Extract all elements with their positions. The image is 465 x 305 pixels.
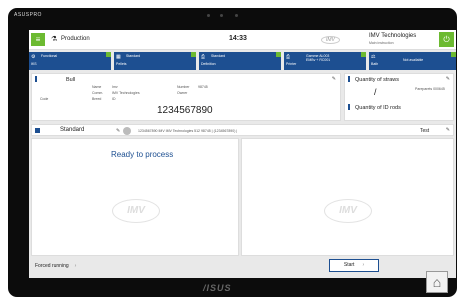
gear-icon: ⚙ <box>31 54 36 60</box>
check-badge <box>191 52 196 57</box>
accent-mark <box>35 76 37 82</box>
accent-mark <box>348 104 350 110</box>
device-logo: /ISUS <box>203 283 232 293</box>
left-process-panel: Ready to process IMV <box>31 138 239 256</box>
forced-running-button[interactable]: Forced running › <box>32 261 102 272</box>
toggle-dot[interactable] <box>123 127 131 135</box>
check-badge <box>276 52 281 57</box>
chevron-right-icon: › <box>74 263 77 269</box>
camera-dot <box>235 14 238 17</box>
standard-row: Standard ✎ 1234567890 IMV IMV Technologi… <box>31 124 454 136</box>
bull-label: Bull <box>66 77 76 83</box>
imv-logo-watermark: IMV <box>112 199 160 223</box>
edit-icon[interactable]: ✎ <box>446 127 450 133</box>
imv-logo-watermark: IMV <box>324 199 372 223</box>
start-button[interactable]: Start › <box>329 259 379 272</box>
straws-note: Pareparets 000645 <box>415 87 445 91</box>
printer-icon: ⎙ <box>286 54 291 60</box>
location-label: Production <box>61 36 90 42</box>
status-tiles: ⚙ Functional IKS ▦ Standard Pellets ⎙ St… <box>29 52 456 70</box>
straws-value: / <box>374 87 377 97</box>
top-bar: ≡ ⚗ Production 14:33 IMV IMV Technologie… <box>29 30 456 50</box>
company-name: IMV Technologies <box>369 33 417 39</box>
hamburger-icon[interactable]: ≡ <box>31 33 45 46</box>
camera-dot <box>220 14 223 17</box>
bull-panel: Bull ✎ Name Imv Number 98745 Comm. IMV T… <box>31 73 341 121</box>
power-icon[interactable]: ⏻ <box>439 32 454 47</box>
check-badge <box>361 52 366 57</box>
check-badge <box>106 52 111 57</box>
tile-printer[interactable]: ⎙ Gamme AL003 EMBv + RC001 Printer <box>284 52 366 70</box>
tile-functional[interactable]: ⚙ Functional IKS <box>29 52 111 70</box>
tile-definition[interactable]: ⎙ Standard Definition <box>199 52 281 70</box>
device-brand: ASUSPRO <box>14 12 42 18</box>
company-sub: Main instruction <box>369 41 394 45</box>
edit-icon[interactable]: ✎ <box>116 128 120 134</box>
rods-label: Quantity of ID rods <box>355 105 401 111</box>
camera-dot <box>207 14 210 17</box>
standard-line: 1234567890 IMV IMV Technologies 512 9874… <box>138 129 238 133</box>
flask-icon: ⚗ <box>51 36 58 43</box>
check-badge <box>451 52 456 57</box>
scale-icon: ⚖ <box>371 54 376 60</box>
straws-label: Quantity of straws <box>355 77 400 83</box>
edit-icon[interactable]: ✎ <box>332 76 336 82</box>
quantity-panel: Quantity of straws ✎ / Pareparets 000645… <box>344 73 454 121</box>
standard-label: Standard <box>60 127 85 133</box>
accent-mark <box>348 76 350 82</box>
grid-icon: ▦ <box>116 54 121 60</box>
app-screen: ≡ ⚗ Production 14:33 IMV IMV Technologie… <box>29 30 456 278</box>
edit-icon[interactable]: ✎ <box>446 76 450 82</box>
ready-status: Ready to process <box>111 150 174 159</box>
chevron-right-icon: › <box>362 262 365 268</box>
printer-icon: ⎙ <box>201 54 206 60</box>
tile-bath[interactable]: ⚖ Not available Bath <box>369 52 456 70</box>
standard-right: Test <box>420 128 430 134</box>
tile-pellets[interactable]: ▦ Standard Pellets <box>114 52 196 70</box>
right-process-panel: IMV <box>241 138 454 256</box>
grid-icon <box>35 128 40 133</box>
home-icon[interactable]: ⌂ <box>426 271 448 293</box>
clock: 14:33 <box>229 35 247 42</box>
tablet-frame: ASUSPRO ≡ ⚗ Production 14:33 IMV IMV Tec… <box>8 8 457 297</box>
company-logo: IMV <box>321 36 340 44</box>
bull-code: 1234567890 <box>157 105 213 116</box>
